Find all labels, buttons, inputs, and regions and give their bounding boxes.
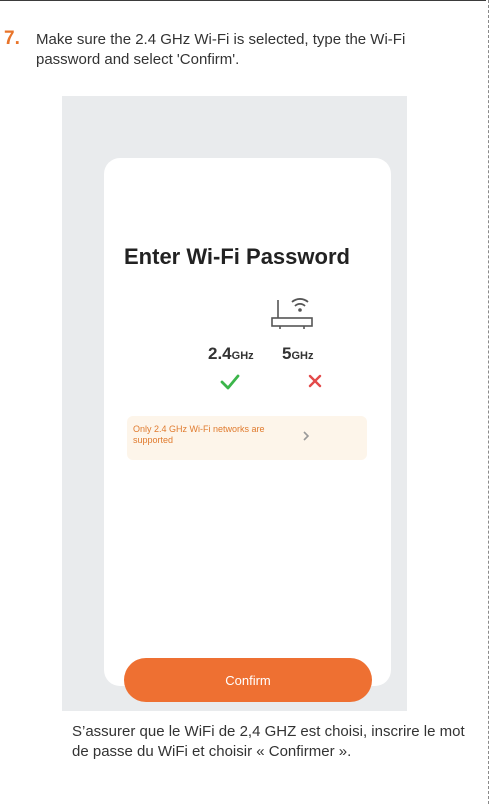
band-2-4ghz-unit: GHz <box>231 350 254 362</box>
band-5ghz-unit: GHz <box>291 350 314 362</box>
band-2-4ghz-label: 2.4GHz <box>208 344 254 364</box>
band-5ghz-label: 5GHz <box>282 344 313 364</box>
unsupported-network-notice[interactable]: Only 2.4 GHz Wi-Fi networks are supporte… <box>127 416 367 460</box>
checkmark-icon <box>220 374 240 390</box>
router-icon <box>271 298 313 329</box>
band-2-4ghz-number: 2.4 <box>208 344 232 363</box>
step-instruction-text: Make sure the 2.4 GHz Wi-Fi is selected,… <box>36 31 406 68</box>
dashed-cut-line <box>488 0 489 804</box>
cross-icon <box>308 374 322 388</box>
notice-text: Only 2.4 GHz Wi-Fi networks are supporte… <box>133 424 265 445</box>
chevron-right-icon <box>303 431 310 441</box>
step-number: 7. <box>4 28 20 49</box>
app-screenshot: Enter Wi-Fi Password 2.4GHz 5GHz Only 2.… <box>62 96 407 711</box>
confirm-button[interactable]: Confirm <box>124 658 372 702</box>
top-divider <box>0 0 486 1</box>
french-instruction-text: S’assurer que le WiFi de 2,4 GHZ est cho… <box>72 723 465 760</box>
wifi-password-card: Enter Wi-Fi Password 2.4GHz 5GHz Only 2.… <box>104 158 391 702</box>
page-title: Enter Wi-Fi Password <box>124 244 350 269</box>
